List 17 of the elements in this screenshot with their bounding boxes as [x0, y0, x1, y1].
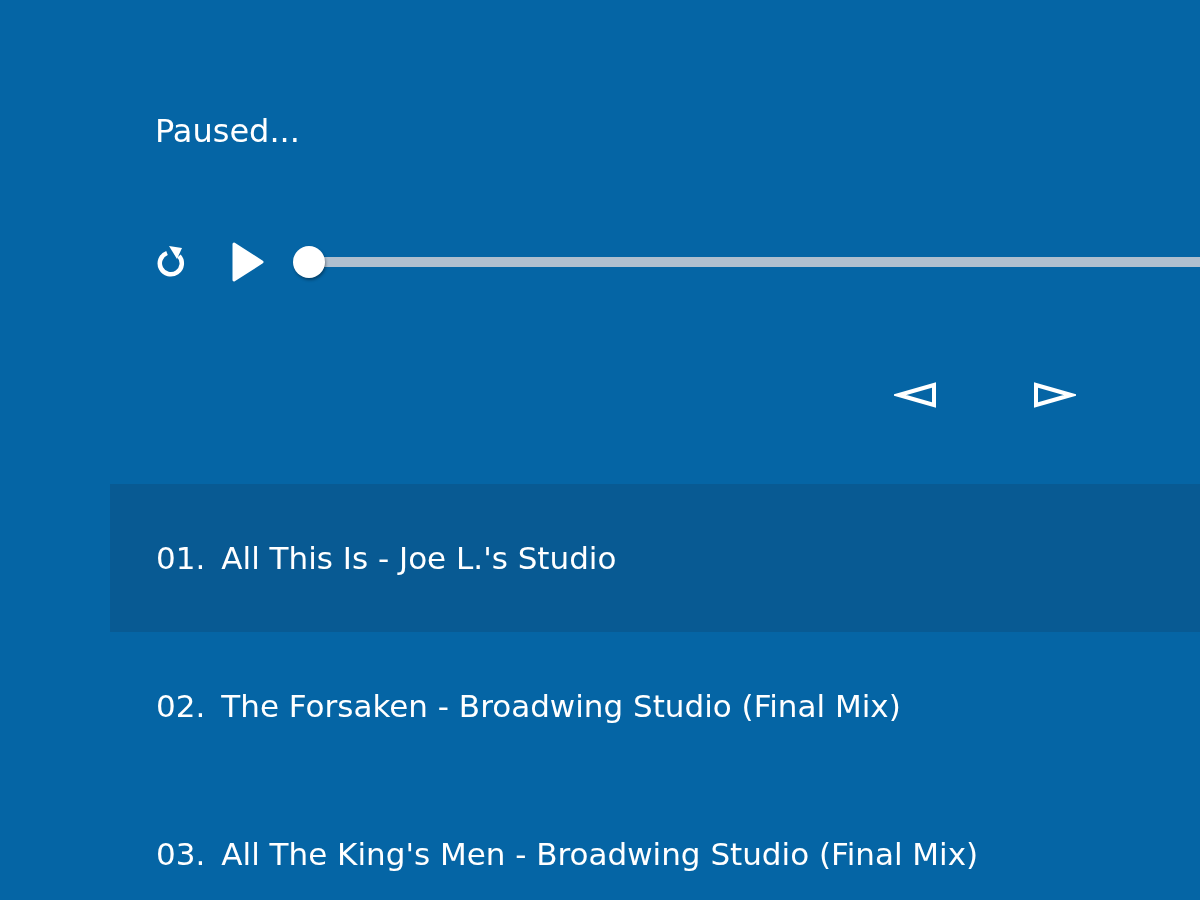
status-text: Paused... [155, 111, 300, 152]
track-title: The Forsaken - Broadwing Studio (Final Mix) [221, 688, 901, 724]
track-title: All The King's Men - Broadwing Studio (Final Mix) [221, 836, 979, 872]
previous-button[interactable] [893, 380, 939, 410]
track-row[interactable]: 03. All The King's Men - Broadwing Studio (Final Mix) [110, 780, 1200, 900]
track-number: 03. [156, 836, 206, 872]
track-number: 02. [156, 688, 206, 724]
slider-thumb[interactable] [293, 246, 325, 278]
next-button[interactable] [1031, 380, 1077, 410]
track-title: All This Is - Joe L.'s Studio [221, 540, 617, 576]
right-triangle-icon [1032, 382, 1076, 408]
track-row[interactable]: 02. The Forsaken - Broadwing Studio (Final Mix) [110, 632, 1200, 780]
play-icon [231, 241, 265, 283]
track-row[interactable]: 01. All This Is - Joe L.'s Studio [110, 484, 1200, 632]
track-number: 01. [156, 540, 206, 576]
left-triangle-icon [894, 382, 938, 408]
play-button[interactable] [231, 241, 265, 283]
